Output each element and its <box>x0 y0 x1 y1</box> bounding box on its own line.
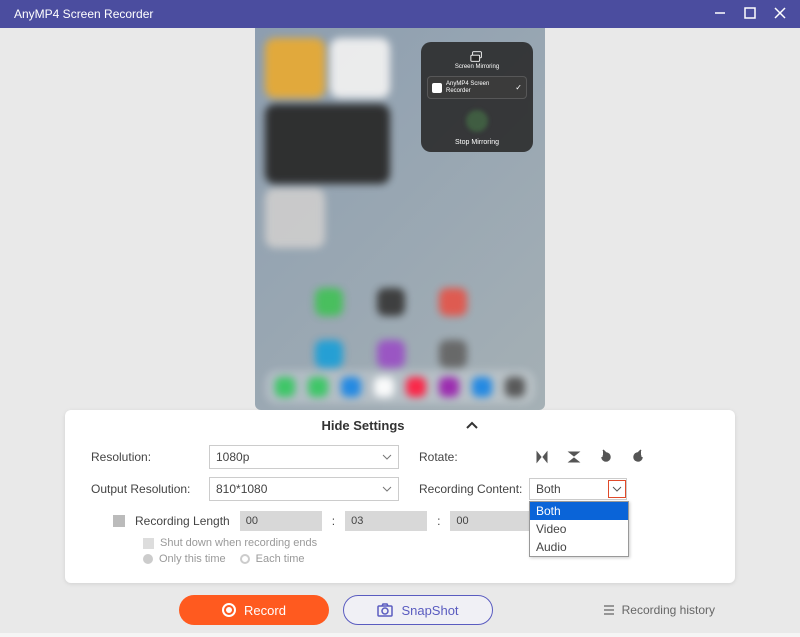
list-icon <box>602 604 616 616</box>
each-time-radio[interactable] <box>240 554 250 564</box>
chevron-up-icon <box>465 421 479 431</box>
option-both[interactable]: Both <box>530 502 628 520</box>
only-this-time-radio[interactable] <box>143 554 153 564</box>
resolution-row: Resolution: 1080p Rotate: <box>91 445 709 469</box>
flip-vertical-icon[interactable] <box>565 448 583 466</box>
bottom-bar: Record SnapShot Recording history <box>65 583 735 637</box>
content-value: Both <box>536 482 561 496</box>
settings-body: Resolution: 1080p Rotate: Output Resolut… <box>65 441 735 583</box>
shutdown-checkbox[interactable] <box>143 538 154 549</box>
each-label: Each time <box>256 553 305 565</box>
rotate-right-icon[interactable] <box>629 448 647 466</box>
rotate-label: Rotate: <box>419 450 529 464</box>
option-video[interactable]: Video <box>530 520 628 538</box>
shutdown-label: Shut down when recording ends <box>160 537 317 549</box>
rotate-left-icon[interactable] <box>597 448 615 466</box>
snapshot-label: SnapShot <box>401 603 458 618</box>
option-audio[interactable]: Audio <box>530 538 628 556</box>
window-controls <box>714 7 786 22</box>
output-value: 810*1080 <box>216 482 267 496</box>
reclen-checkbox[interactable] <box>113 515 125 527</box>
seconds-input[interactable]: 00 <box>450 511 532 531</box>
maximize-icon[interactable] <box>744 7 756 22</box>
resolution-label: Resolution: <box>91 450 209 464</box>
chevron-down-icon <box>382 452 392 462</box>
main-area: Screen Mirroring AnyMP4 Screen Recorder … <box>0 28 800 633</box>
device-name: AnyMP4 Screen Recorder <box>446 81 511 94</box>
mirror-icon <box>470 50 484 62</box>
screen-mirroring-panel: Screen Mirroring AnyMP4 Screen Recorder … <box>421 42 533 152</box>
call-circle <box>466 110 488 132</box>
record-button[interactable]: Record <box>179 595 329 625</box>
record-label: Record <box>244 603 286 618</box>
hours-input[interactable]: 00 <box>240 511 322 531</box>
content-dropdown: Both Video Audio <box>529 501 629 557</box>
titlebar: AnyMP4 Screen Recorder <box>0 0 800 28</box>
settings-panel: Hide Settings Resolution: 1080p Rotate: <box>65 410 735 583</box>
mirror-title: Screen Mirroring <box>455 64 499 70</box>
history-label: Recording history <box>622 603 715 617</box>
recording-content-select[interactable]: Both Both Video Audio <box>529 478 627 500</box>
content-label: Recording Content: <box>419 482 529 496</box>
checkmark-icon: ✓ <box>515 83 522 92</box>
record-icon <box>222 603 236 617</box>
device-preview: Screen Mirroring AnyMP4 Screen Recorder … <box>255 28 545 410</box>
only-label: Only this time <box>159 553 226 565</box>
minimize-icon[interactable] <box>714 7 726 22</box>
chevron-down-icon[interactable] <box>608 480 626 498</box>
chevron-down-icon <box>382 484 392 494</box>
device-icon <box>432 83 442 93</box>
snapshot-button[interactable]: SnapShot <box>343 595 493 625</box>
minutes-input[interactable]: 03 <box>345 511 427 531</box>
output-label: Output Resolution: <box>91 482 209 496</box>
rotate-controls <box>533 448 647 466</box>
hide-settings-toggle[interactable]: Hide Settings <box>65 410 735 441</box>
output-select[interactable]: 810*1080 <box>209 477 399 501</box>
resolution-value: 1080p <box>216 450 249 464</box>
camera-icon <box>377 603 393 617</box>
output-row: Output Resolution: 810*1080 Recording Co… <box>91 477 709 501</box>
reclen-label: Recording Length <box>135 514 230 528</box>
device-row[interactable]: AnyMP4 Screen Recorder ✓ <box>427 76 527 99</box>
stop-mirroring[interactable]: Stop Mirroring <box>427 139 527 146</box>
close-icon[interactable] <box>774 7 786 22</box>
flip-horizontal-icon[interactable] <box>533 448 551 466</box>
app-title: AnyMP4 Screen Recorder <box>14 7 153 21</box>
collapse-label: Hide Settings <box>321 418 404 433</box>
resolution-select[interactable]: 1080p <box>209 445 399 469</box>
preview-area: Screen Mirroring AnyMP4 Screen Recorder … <box>0 28 800 410</box>
recording-history-link[interactable]: Recording history <box>602 603 715 617</box>
